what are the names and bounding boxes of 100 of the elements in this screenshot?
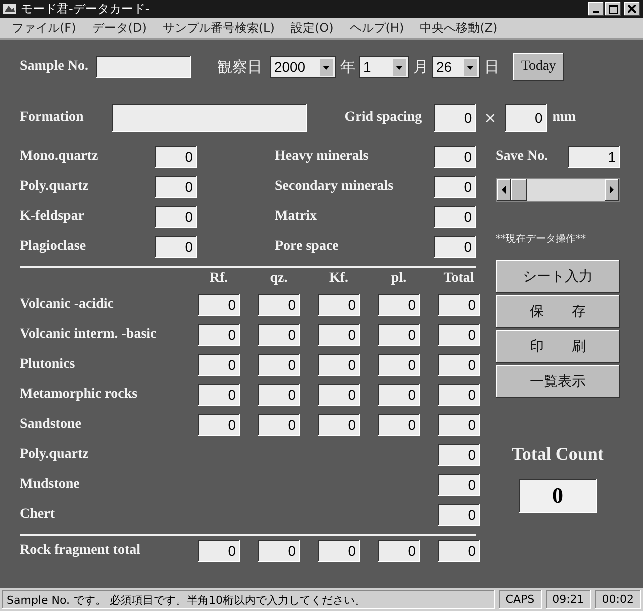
day-dropdown[interactable]: 26 xyxy=(432,56,480,78)
mineral-count-field[interactable]: 0 xyxy=(434,176,476,198)
count-field[interactable]: 0 xyxy=(438,444,480,466)
row-label: Volcanic -acidic xyxy=(20,297,115,313)
mineral-label: Secondary minerals xyxy=(275,179,394,195)
formation-field[interactable] xyxy=(112,104,307,132)
total-field[interactable]: 0 xyxy=(258,540,300,562)
column-header: qz. xyxy=(269,272,289,286)
action-button[interactable]: シート入力 xyxy=(496,260,620,293)
count-field[interactable]: 0 xyxy=(198,324,240,346)
count-field[interactable]: 0 xyxy=(318,294,360,316)
menu-item[interactable]: 設定(O) xyxy=(282,20,342,36)
count-field[interactable]: 0 xyxy=(438,504,480,526)
action-button[interactable]: 印 刷 xyxy=(496,330,620,363)
grid-spacing-y-field[interactable]: 0 xyxy=(504,104,547,132)
grid-spacing-x-field[interactable]: 0 xyxy=(434,104,476,132)
action-button[interactable]: 一覧表示 xyxy=(496,365,620,398)
row-label: Volcanic interm. -basic xyxy=(20,327,158,343)
count-field[interactable]: 0 xyxy=(318,414,360,436)
total-field[interactable]: 0 xyxy=(378,540,420,562)
count-field[interactable]: 0 xyxy=(258,294,300,316)
count-field[interactable]: 0 xyxy=(258,354,300,376)
count-field[interactable]: 0 xyxy=(378,354,420,376)
total-field[interactable]: 0 xyxy=(318,540,360,562)
minimize-button[interactable] xyxy=(588,2,604,16)
operations-label: **現在データ操作** xyxy=(496,233,587,246)
count-field[interactable]: 0 xyxy=(318,354,360,376)
day-unit-label: 日 xyxy=(484,58,500,76)
sample-no-field[interactable] xyxy=(96,56,192,78)
count-field[interactable]: 0 xyxy=(378,324,420,346)
row-label: Rock fragment total xyxy=(20,543,142,559)
menu-item[interactable]: サンプル番号検索(L) xyxy=(154,20,283,36)
scroll-left-button[interactable] xyxy=(497,179,511,201)
year-unit-label: 年 xyxy=(340,58,356,76)
scroll-right-button[interactable] xyxy=(605,179,619,201)
mineral-count-field[interactable]: 0 xyxy=(434,206,476,228)
mineral-count-field[interactable]: 0 xyxy=(155,206,197,228)
unit-label: mm xyxy=(552,110,576,126)
maximize-button[interactable] xyxy=(605,2,621,16)
mineral-count-field[interactable]: 0 xyxy=(155,146,197,168)
mineral-label: Poly.quartz xyxy=(20,179,89,195)
right-arrow-icon xyxy=(610,186,614,194)
mineral-label: Matrix xyxy=(275,209,317,225)
today-button[interactable]: Today xyxy=(513,53,564,81)
count-field[interactable]: 0 xyxy=(378,294,420,316)
count-field[interactable]: 0 xyxy=(438,354,480,376)
column-header: Kf. xyxy=(328,272,350,286)
row-label: Poly.quartz xyxy=(20,447,90,463)
year-dropdown[interactable]: 2000 xyxy=(270,56,336,78)
date-label: 観察日 xyxy=(217,58,262,76)
count-field[interactable]: 0 xyxy=(258,324,300,346)
count-field[interactable]: 0 xyxy=(438,414,480,436)
count-field[interactable]: 0 xyxy=(438,324,480,346)
mineral-count-field[interactable]: 0 xyxy=(155,176,197,198)
scrollbar[interactable] xyxy=(496,178,620,202)
count-field[interactable]: 0 xyxy=(198,384,240,406)
mineral-label: Plagioclase xyxy=(20,239,86,255)
scroll-thumb[interactable] xyxy=(511,179,527,201)
menu-item[interactable]: ヘルプ(H) xyxy=(342,20,412,36)
mineral-label: Pore space xyxy=(275,239,339,255)
count-field[interactable]: 0 xyxy=(258,414,300,436)
menu-item[interactable]: ファイル(F) xyxy=(4,20,84,36)
action-button[interactable]: 保 存 xyxy=(496,295,620,328)
close-icon xyxy=(628,5,636,13)
month-unit-label: 月 xyxy=(413,58,428,76)
maximize-icon xyxy=(608,4,618,14)
count-field[interactable]: 0 xyxy=(378,414,420,436)
total-field[interactable]: 0 xyxy=(438,540,480,562)
mineral-count-field[interactable]: 0 xyxy=(155,236,197,258)
count-field[interactable]: 0 xyxy=(438,294,480,316)
menu-item[interactable]: データ(D) xyxy=(84,20,155,36)
save-no-label: Save No. xyxy=(496,149,548,165)
total-field[interactable]: 0 xyxy=(198,540,240,562)
row-label: Metamorphic rocks xyxy=(20,387,139,403)
mineral-label: Heavy minerals xyxy=(275,149,369,165)
column-header: Total xyxy=(442,272,476,286)
count-field[interactable]: 0 xyxy=(258,384,300,406)
total-count-label: Total Count xyxy=(511,444,605,465)
count-field[interactable]: 0 xyxy=(438,384,480,406)
row-label: Plutonics xyxy=(20,357,76,373)
month-dropdown[interactable]: 1 xyxy=(359,56,410,78)
count-field[interactable]: 0 xyxy=(198,354,240,376)
menu-item[interactable]: 中央へ移動(Z) xyxy=(412,20,506,36)
count-field[interactable]: 0 xyxy=(198,414,240,436)
count-field[interactable]: 0 xyxy=(318,384,360,406)
status-pane: 09:21 xyxy=(546,590,592,609)
total-count-value: 0 xyxy=(519,479,597,513)
mineral-count-field[interactable]: 0 xyxy=(434,236,476,258)
count-field[interactable]: 0 xyxy=(318,324,360,346)
sample-no-label: Sample No. xyxy=(20,59,88,75)
count-field[interactable]: 0 xyxy=(198,294,240,316)
mineral-count-field[interactable]: 0 xyxy=(434,146,476,168)
save-no-field[interactable]: 1 xyxy=(568,146,620,168)
mineral-label: K-feldspar xyxy=(20,209,85,225)
grid-spacing-label: Grid spacing xyxy=(344,110,422,126)
row-label: Chert xyxy=(20,507,56,523)
count-field[interactable]: 0 xyxy=(378,384,420,406)
count-field[interactable]: 0 xyxy=(438,474,480,496)
left-arrow-icon xyxy=(502,186,506,194)
close-button[interactable] xyxy=(624,2,640,16)
